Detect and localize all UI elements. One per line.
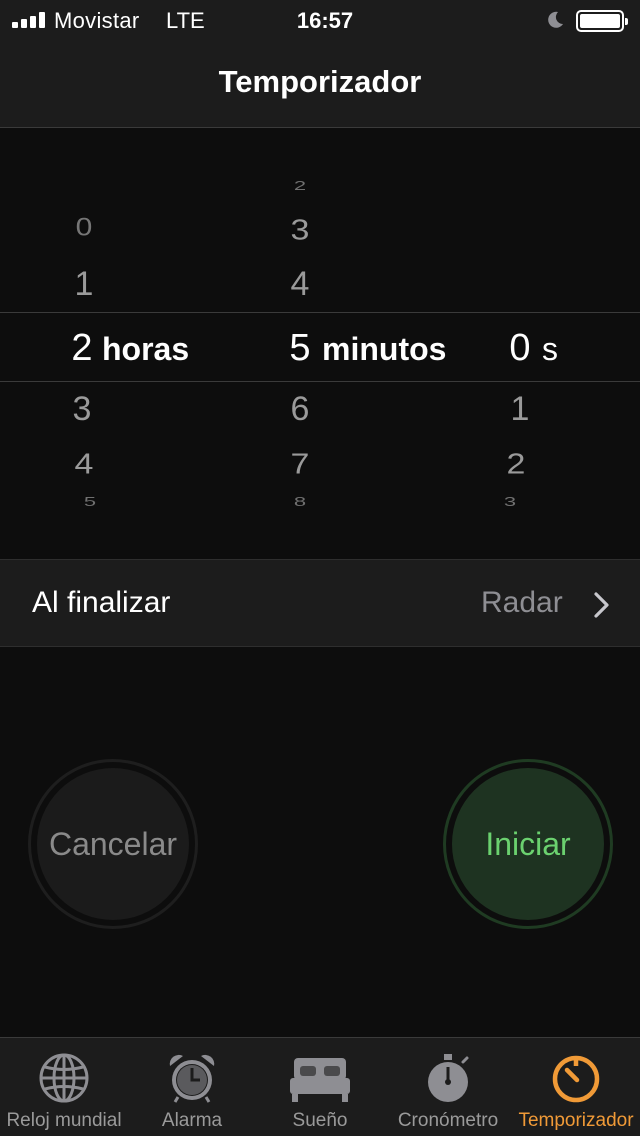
selected-sound-value: Radar [481,586,563,619]
minutes-option[interactable]: 4 [280,265,320,304]
cancel-button-label: Cancelar [37,768,189,920]
minutes-selected-value[interactable]: 5 [280,327,320,370]
hours-unit-label: horas [102,331,190,367]
minutes-option[interactable]: 6 [280,390,320,429]
minutes-option[interactable]: 8 [280,494,320,510]
tab-sleep[interactable]: Sueño [256,1038,384,1136]
globe-icon [39,1053,89,1103]
alarm-clock-icon [169,1054,215,1103]
battery-icon [576,10,628,32]
do-not-disturb-moon-icon [548,11,563,28]
tab-alarm[interactable]: Alarma [128,1038,256,1136]
seconds-option[interactable]: 1 [500,390,540,429]
tab-label: Alarma [161,1110,223,1131]
tab-label: Cronómetro [397,1110,499,1131]
timer-duration-picker[interactable]: 0 1 2 horas 3 4 5 2 3 4 5 minutos 6 7 8 … [0,129,640,559]
tab-bar: Reloj mundial Alarma Sueño Cronómetro Te… [0,1037,640,1136]
status-bar: Movistar LTE 16:57 [0,0,640,42]
tab-timer[interactable]: Temporizador [512,1038,640,1136]
seconds-option[interactable]: 2 [496,448,536,481]
start-button-label: Iniciar [452,768,604,920]
tab-label: Reloj mundial [6,1110,122,1131]
chevron-right-icon [594,592,609,618]
hours-option[interactable]: 1 [64,265,104,304]
tab-label: Sueño [292,1110,348,1131]
seconds-unit-label: s [542,331,558,367]
minutes-unit-label: minutos [322,331,447,367]
when-timer-ends-label: Al finalizar [32,586,171,619]
start-button[interactable]: Iniciar [443,759,613,929]
tab-stopwatch[interactable]: Cronómetro [384,1038,512,1136]
cancel-button[interactable]: Cancelar [28,759,198,929]
hours-option[interactable]: 5 [70,494,110,510]
navigation-bar: Temporizador [0,42,640,128]
status-time: 16:57 [296,8,354,33]
tab-world-clock[interactable]: Reloj mundial [0,1038,128,1136]
hours-selected-value[interactable]: 2 [62,327,102,370]
minutes-option[interactable]: 3 [280,214,320,247]
hours-option[interactable]: 0 [64,214,104,242]
when-timer-ends-row[interactable]: Al finalizar Radar [0,559,640,647]
seconds-selected-value[interactable]: 0 [500,327,540,370]
tab-label: Temporizador [518,1110,634,1131]
bed-icon [290,1058,350,1102]
hours-option[interactable]: 4 [64,448,104,481]
timer-icon [552,1055,600,1103]
minutes-option[interactable]: 7 [280,448,320,481]
hours-option[interactable]: 3 [62,390,102,429]
page-title: Temporizador [218,64,422,99]
minutes-option[interactable]: 2 [280,178,320,194]
seconds-option[interactable]: 3 [490,494,530,510]
stopwatch-icon [428,1054,469,1102]
